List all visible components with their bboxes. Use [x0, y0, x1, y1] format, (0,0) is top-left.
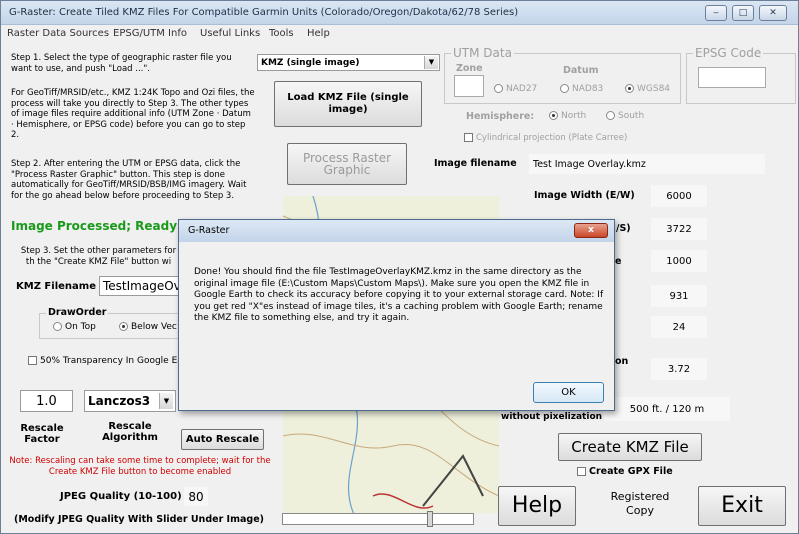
radio-selected-icon	[549, 111, 558, 120]
dialog-message: Done! You should find the file TestImage…	[194, 267, 604, 324]
rescale-note: Note: Rescaling can take some time to co…	[9, 456, 271, 477]
jpeg-quality-label: JPEG Quality (10-100)	[60, 491, 182, 502]
raster-type-value: KMZ (single image)	[261, 57, 360, 68]
close-icon[interactable]: ✕	[759, 5, 787, 21]
close-icon[interactable]: x	[574, 223, 608, 238]
chevron-down-icon[interactable]: ▼	[424, 56, 438, 69]
datum-label: Datum	[563, 65, 599, 76]
cylindrical-checkbox[interactable]: Cylindrical projection (Plate Carree)	[464, 133, 627, 143]
draw-order-on-top[interactable]: On Top	[53, 322, 96, 332]
menu-raster-data-sources[interactable]: Raster Data Sources	[7, 28, 109, 39]
image-filename-value: Test Image Overlay.kmz	[529, 154, 765, 174]
field-6-label: on	[615, 356, 629, 367]
field-6-value: 3.72	[651, 358, 707, 380]
field-3-value: 1000	[651, 250, 707, 272]
jpeg-quality-slider[interactable]	[282, 511, 474, 527]
step1-text: Step 1. Select the type of geographic ra…	[11, 53, 232, 74]
ok-button[interactable]: OK	[533, 382, 604, 403]
zone-label: Zone	[456, 63, 483, 74]
auto-rescale-button[interactable]: Auto Rescale	[181, 429, 264, 450]
help-button[interactable]: Help	[498, 486, 576, 526]
datum-nad83[interactable]: NAD83	[560, 84, 603, 94]
radio-icon	[53, 322, 62, 331]
hemisphere-label: Hemisphere:	[466, 111, 535, 122]
step1-details: For GeoTiff/MRSID/etc., KMZ 1:24K Topo a…	[11, 88, 255, 140]
checkbox-icon	[28, 356, 37, 365]
maximize-icon[interactable]: □	[732, 5, 754, 21]
image-width-value: 6000	[651, 185, 707, 207]
minimize-icon[interactable]: ‒	[705, 5, 727, 21]
draw-order-below[interactable]: Below Vec	[119, 322, 177, 332]
hemisphere-south[interactable]: South	[606, 111, 644, 121]
jpeg-quality-hint: (Modify JPEG Quality With Slider Under I…	[14, 514, 264, 525]
rescale-algorithm-select[interactable]: Lanczos3 ▼	[84, 390, 176, 412]
menu-bar: Raster Data Sources EPSG/UTM Info Useful…	[1, 26, 798, 42]
radio-selected-icon	[119, 322, 128, 331]
draw-order-label: DrawOrder	[46, 307, 109, 318]
field-3-label: e	[615, 256, 622, 267]
checkbox-icon	[464, 133, 473, 142]
dialog-title-bar: G-Raster x	[179, 220, 614, 242]
chevron-down-icon[interactable]: ▼	[159, 393, 173, 409]
radio-icon	[560, 84, 569, 93]
utm-title: UTM Data	[451, 46, 514, 60]
epsg-title: EPSG Code	[693, 46, 764, 60]
dialog-title: G-Raster	[188, 225, 230, 236]
slider-thumb[interactable]	[427, 511, 433, 527]
radio-icon	[606, 111, 615, 120]
radio-icon	[494, 84, 503, 93]
registered-copy-label: Registered Copy	[610, 490, 670, 517]
load-kmz-button[interactable]: Load KMZ File (single image)	[274, 81, 422, 127]
step3-text: Step 3. Set the other parameters for th …	[20, 246, 177, 267]
menu-epsg-utm-info[interactable]: EPSG/UTM Info	[113, 28, 187, 39]
datum-nad27[interactable]: NAD27	[494, 84, 537, 94]
process-raster-button[interactable]: Process Raster Graphic	[287, 143, 407, 185]
app-window: G-Raster: Create Tiled KMZ Files For Com…	[0, 0, 799, 534]
title-bar: G-Raster: Create Tiled KMZ Files For Com…	[1, 1, 798, 25]
exit-button[interactable]: Exit	[698, 486, 786, 526]
rescale-algorithm-label: Rescale Algorithm	[102, 421, 158, 443]
epsg-input[interactable]	[698, 67, 766, 88]
step2-text: Step 2. After entering the UTM or EPSG d…	[11, 159, 247, 201]
checkbox-icon	[577, 467, 586, 476]
message-dialog: G-Raster x Done! You should find the fil…	[178, 219, 615, 411]
image-width-label: Image Width (E/W)	[534, 190, 635, 201]
datum-wgs84[interactable]: WGS84	[625, 84, 670, 94]
menu-useful-links[interactable]: Useful Links	[200, 28, 260, 39]
image-filename-label: Image filename	[434, 158, 517, 169]
window-title: G-Raster: Create Tiled KMZ Files For Com…	[9, 7, 519, 18]
raster-type-select[interactable]: KMZ (single image) ▼	[257, 54, 440, 71]
create-gpx-checkbox[interactable]: Create GPX File	[577, 466, 673, 477]
rescale-factor-label: Rescale Factor	[20, 423, 64, 445]
image-height-value: 3722	[651, 218, 707, 240]
field-4-value: 931	[651, 285, 707, 307]
field-5-value: 24	[651, 316, 707, 338]
rescale-algorithm-value: Lanczos3	[88, 394, 151, 408]
jpeg-quality-value: 80	[184, 487, 208, 506]
create-kmz-button[interactable]: Create KMZ File	[558, 433, 702, 461]
kmz-filename-input[interactable]: TestImageOve	[99, 276, 188, 296]
image-height-label: /S)	[616, 223, 631, 234]
transparency-checkbox[interactable]: 50% Transparency In Google Ea	[28, 356, 183, 366]
rescale-factor-input[interactable]: 1.0	[20, 390, 73, 412]
pixelization-label: without pixelization	[501, 412, 603, 422]
hemisphere-north[interactable]: North	[549, 111, 586, 121]
pixelization-value: 500 ft. / 120 m	[604, 397, 730, 421]
menu-tools[interactable]: Tools	[269, 28, 294, 39]
kmz-filename-label: KMZ Filename	[16, 281, 96, 292]
zone-input[interactable]	[454, 75, 484, 97]
menu-help[interactable]: Help	[307, 28, 330, 39]
radio-selected-icon	[625, 84, 634, 93]
